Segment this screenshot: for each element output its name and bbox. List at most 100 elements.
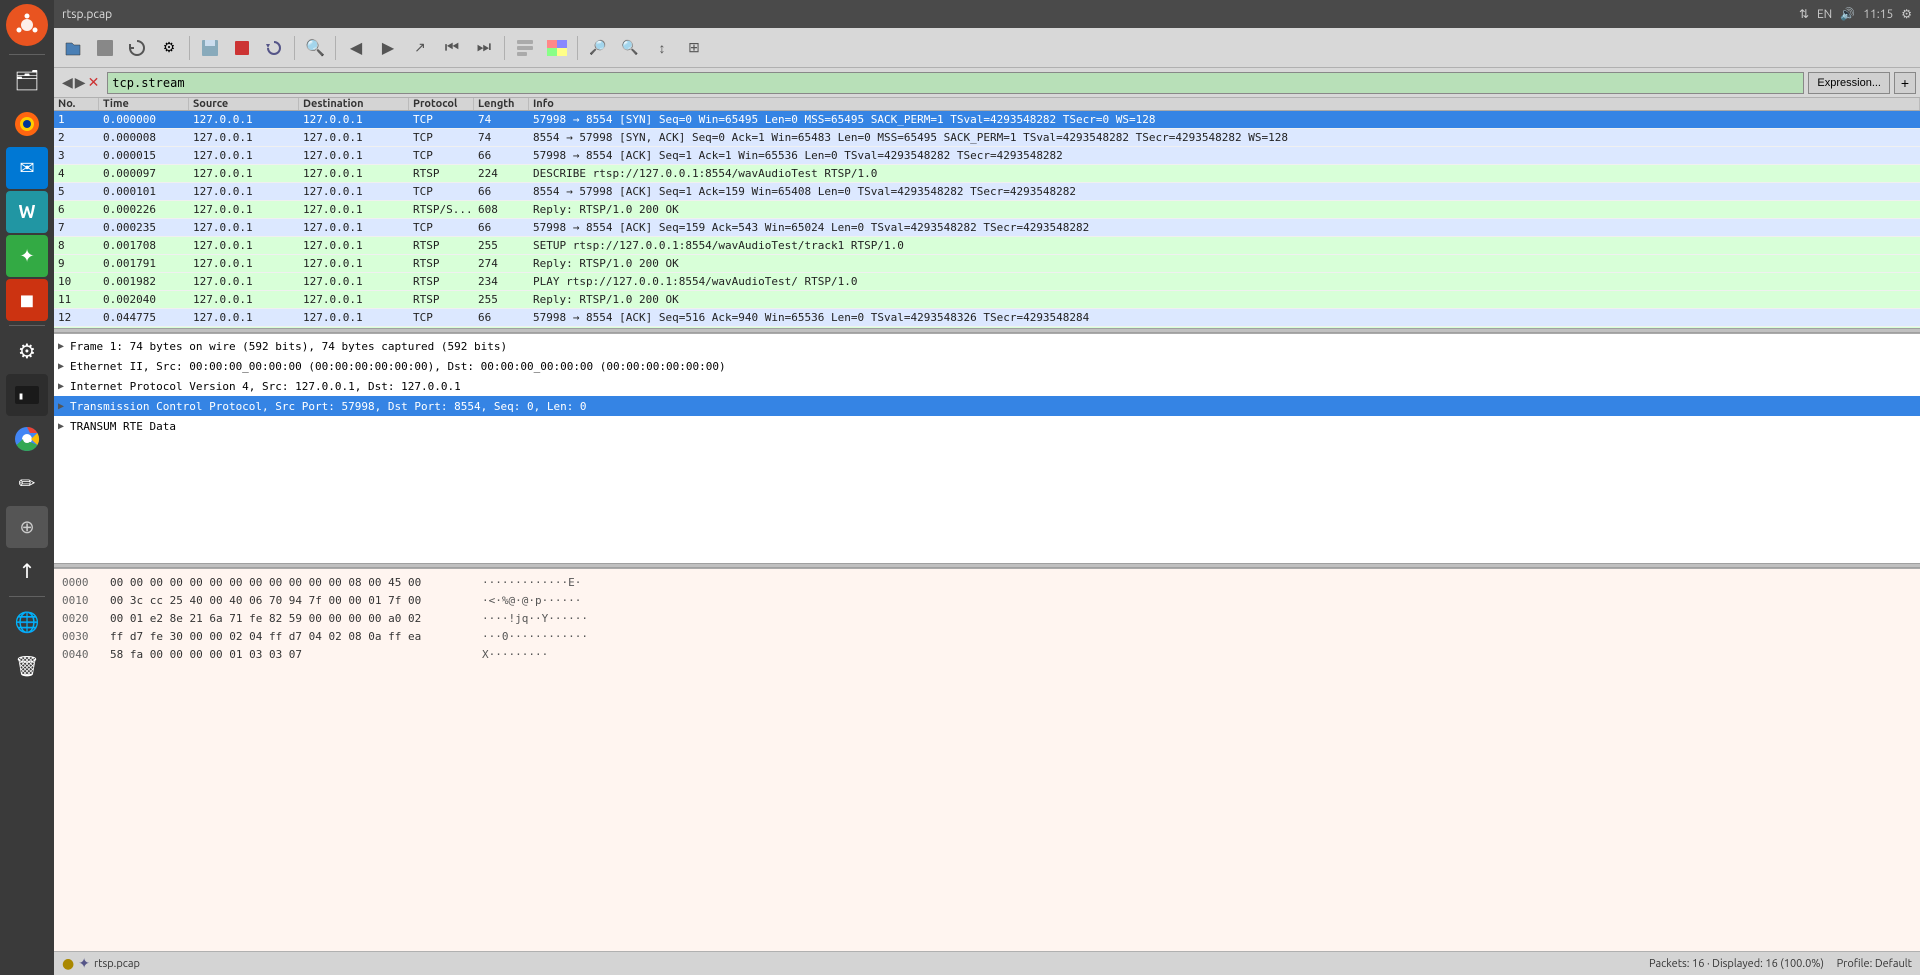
- packet-row[interactable]: 10.000000127.0.0.1127.0.0.1TCP7457998 → …: [54, 111, 1920, 129]
- go-forward-button[interactable]: ▶: [373, 33, 403, 63]
- packet-cell-time: 0.001708: [99, 239, 189, 252]
- terminal-icon[interactable]: ▮: [6, 374, 48, 416]
- network-icon[interactable]: 🌐: [6, 601, 48, 643]
- resize-columns-button[interactable]: ⊞: [679, 33, 709, 63]
- detail-row-transum[interactable]: ▶TRANSUM RTE Data: [54, 416, 1920, 436]
- last-packet-button[interactable]: ⏭: [469, 33, 499, 63]
- go-back-button[interactable]: ◀: [341, 33, 371, 63]
- detail-row-tcp[interactable]: ▶Transmission Control Protocol, Src Port…: [54, 396, 1920, 416]
- network-tray-icon: ⇅: [1799, 7, 1809, 21]
- detail-row-ethernet[interactable]: ▶Ethernet II, Src: 00:00:00_00:00:00 (00…: [54, 356, 1920, 376]
- expand-icon-ip: ▶: [58, 381, 70, 392]
- main-area: rtsp.pcap ⇅ EN 🔊 11:15 ⚙ ⚙: [54, 0, 1920, 975]
- packet-cell-proto: TCP: [409, 149, 474, 162]
- fingerprint-icon[interactable]: ⊕: [6, 506, 48, 548]
- packet-cell-no: 3: [54, 149, 99, 162]
- sidebar-divider-bottom: [9, 596, 45, 597]
- reload-button[interactable]: [122, 33, 152, 63]
- packet-row[interactable]: 120.044775127.0.0.1127.0.0.1TCP6657998 →…: [54, 309, 1920, 327]
- first-packet-button[interactable]: ⏮: [437, 33, 467, 63]
- capture-options-button[interactable]: ⚙: [154, 33, 184, 63]
- packet-row[interactable]: 80.001708127.0.0.1127.0.0.1RTSP255SETUP …: [54, 237, 1920, 255]
- find-button[interactable]: 🔍: [300, 33, 330, 63]
- hex-ascii: ····!jq··Y······: [482, 612, 588, 625]
- restart-button[interactable]: [259, 33, 289, 63]
- expression-button[interactable]: Expression...: [1808, 72, 1890, 94]
- filter-bar: ◀ ▶ ✕ tcp.stream Expression... +: [54, 68, 1920, 98]
- go-to-button[interactable]: ↗: [405, 33, 435, 63]
- packet-cell-info: SETUP rtsp://127.0.0.1:8554/wavAudioTest…: [529, 239, 1920, 252]
- colorize-button[interactable]: [542, 33, 572, 63]
- zoom-in-button[interactable]: 🔎: [583, 33, 613, 63]
- col-header-dest: Destination: [299, 98, 409, 110]
- packet-cell-proto: RTSP: [409, 275, 474, 288]
- packet-row[interactable]: 40.000097127.0.0.1127.0.0.1RTSP224DESCRI…: [54, 165, 1920, 183]
- packet-cell-proto: RTSP: [409, 293, 474, 306]
- close-button[interactable]: [90, 33, 120, 63]
- window-title: rtsp.pcap: [62, 8, 112, 21]
- filter-input[interactable]: tcp.stream: [107, 72, 1804, 94]
- packet-cell-no: 12: [54, 311, 99, 324]
- packet-cell-len: 74: [474, 131, 529, 144]
- hex-bytes: ff d7 fe 30 00 00 02 04 ff d7 04 02 08 0…: [110, 630, 470, 643]
- packet-cell-no: 10: [54, 275, 99, 288]
- packet-cell-time: 0.000235: [99, 221, 189, 234]
- files-icon[interactable]: 🗂: [6, 59, 48, 101]
- packet-cell-time: 0.000000: [99, 113, 189, 126]
- hex-dump-pane: 000000 00 00 00 00 00 00 00 00 00 00 00 …: [54, 568, 1920, 951]
- packet-cell-len: 274: [474, 257, 529, 270]
- hex-ascii: ·<·%@·@·p······: [482, 594, 581, 607]
- thunderbird-icon[interactable]: ✉: [6, 147, 48, 189]
- packet-cell-src: 127.0.0.1: [189, 185, 299, 198]
- svg-text:▮: ▮: [18, 391, 24, 402]
- packet-row[interactable]: 30.000015127.0.0.1127.0.0.1TCP6657998 → …: [54, 147, 1920, 165]
- text-editor-icon[interactable]: ✏: [6, 462, 48, 504]
- packet-cell-no: 8: [54, 239, 99, 252]
- packet-row[interactable]: 60.000226127.0.0.1127.0.0.1RTSP/S...608R…: [54, 201, 1920, 219]
- packet-row[interactable]: 110.002040127.0.0.1127.0.0.1RTSP255Reply…: [54, 291, 1920, 309]
- packet-row[interactable]: 20.000008127.0.0.1127.0.0.1TCP748554 → 5…: [54, 129, 1920, 147]
- volume-icon: 🔊: [1840, 7, 1855, 21]
- packet-cell-proto: TCP: [409, 185, 474, 198]
- trash-icon[interactable]: 🗑: [6, 645, 48, 687]
- packet-cell-proto: RTSP: [409, 167, 474, 180]
- add-filter-button[interactable]: +: [1894, 72, 1916, 94]
- libreoffice-calc-icon[interactable]: ✦: [6, 235, 48, 277]
- zoom-out-button[interactable]: 🔍: [615, 33, 645, 63]
- open-file-button[interactable]: [58, 33, 88, 63]
- packet-row[interactable]: 50.000101127.0.0.1127.0.0.1TCP668554 → 5…: [54, 183, 1920, 201]
- detail-row-ip[interactable]: ▶Internet Protocol Version 4, Src: 127.0…: [54, 376, 1920, 396]
- update-icon[interactable]: ↑: [6, 550, 48, 592]
- firefox-icon[interactable]: [6, 103, 48, 145]
- toolbar: ⚙ 🔍 ◀ ▶ ↗ ⏮ ⏭: [54, 28, 1920, 68]
- packet-cell-dst: 127.0.0.1: [299, 167, 409, 180]
- filter-active-icon: ✦: [78, 955, 90, 972]
- system-settings-icon[interactable]: ⚙: [6, 330, 48, 372]
- detail-row-frame[interactable]: ▶Frame 1: 74 bytes on wire (592 bits), 7…: [54, 336, 1920, 356]
- libreoffice-writer-icon[interactable]: W: [6, 191, 48, 233]
- libreoffice-impress-icon[interactable]: ◼: [6, 279, 48, 321]
- settings-tray-icon: ⚙: [1901, 7, 1912, 21]
- packet-cell-time: 0.001982: [99, 275, 189, 288]
- chrome-icon[interactable]: [6, 418, 48, 460]
- wireshark-window: ⚙ 🔍 ◀ ▶ ↗ ⏮ ⏭: [54, 28, 1920, 975]
- autoscroll-button[interactable]: [510, 33, 540, 63]
- packet-cell-info: PLAY rtsp://127.0.0.1:8554/wavAudioTest/…: [529, 275, 1920, 288]
- packet-cell-no: 4: [54, 167, 99, 180]
- ubuntu-icon[interactable]: [6, 4, 48, 46]
- hex-ascii: X·········: [482, 648, 548, 661]
- packet-row[interactable]: 70.000235127.0.0.1127.0.0.1TCP6657998 → …: [54, 219, 1920, 237]
- zoom-normal-button[interactable]: ↕: [647, 33, 677, 63]
- packet-cell-src: 127.0.0.1: [189, 131, 299, 144]
- packet-cell-info: 57998 → 8554 [SYN] Seq=0 Win=65495 Len=0…: [529, 113, 1920, 126]
- packet-cell-no: 6: [54, 203, 99, 216]
- packet-row[interactable]: 90.001791127.0.0.1127.0.0.1RTSP274Reply:…: [54, 255, 1920, 273]
- save-button[interactable]: [195, 33, 225, 63]
- packet-cell-proto: RTSP/S...: [409, 203, 474, 216]
- packet-row[interactable]: 100.001982127.0.0.1127.0.0.1RTSP234PLAY …: [54, 273, 1920, 291]
- sidebar-divider-mid: [9, 325, 45, 326]
- packet-cell-len: 255: [474, 239, 529, 252]
- packet-cell-len: 66: [474, 185, 529, 198]
- stop-capture-button[interactable]: [227, 33, 257, 63]
- packet-cell-len: 66: [474, 311, 529, 324]
